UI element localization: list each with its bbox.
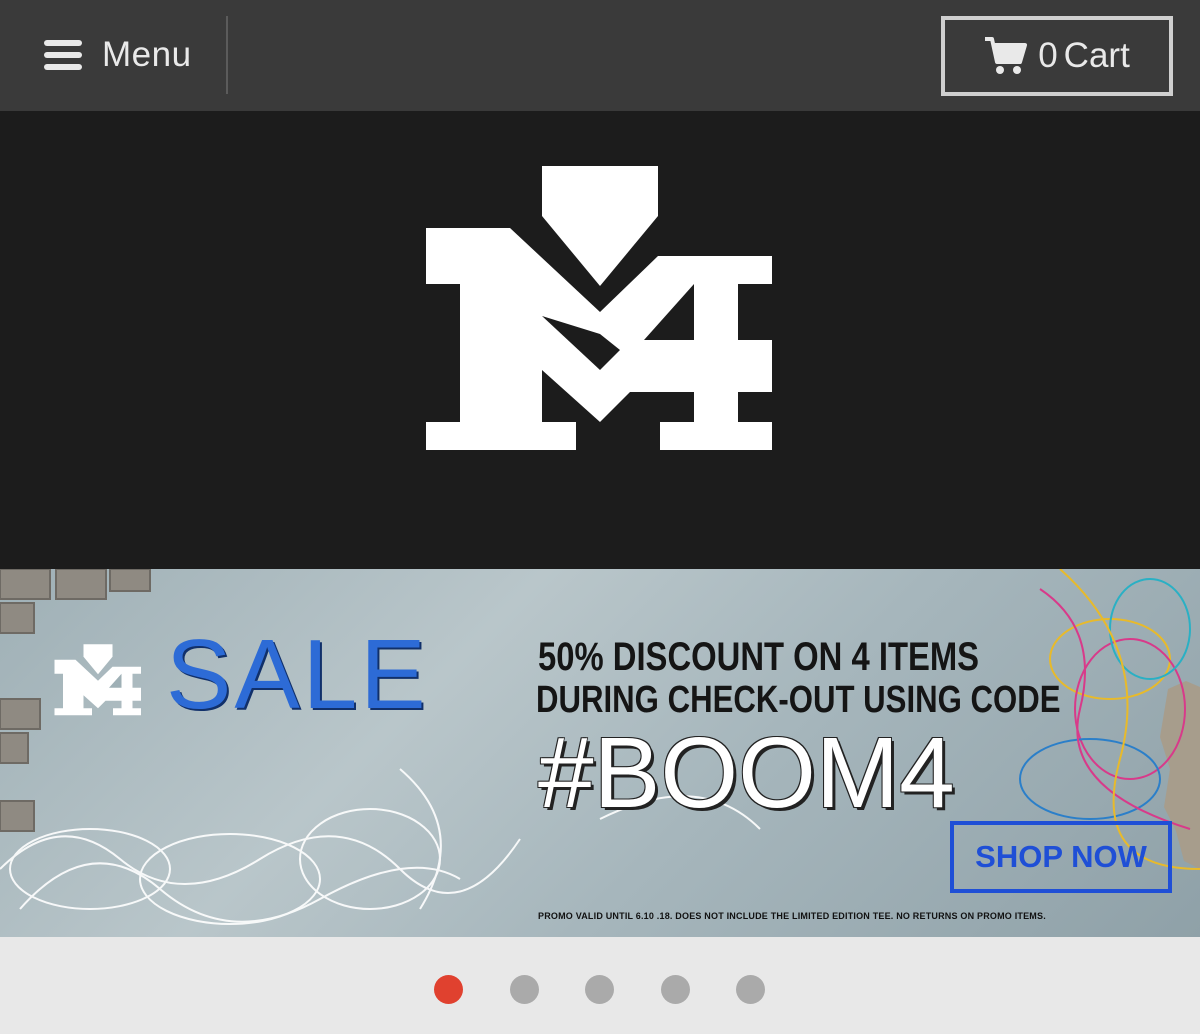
m4-logo[interactable]	[424, 166, 776, 452]
slider-pagination	[0, 937, 1200, 1034]
sale-banner[interactable]: SALE 50% DISCOUNT ON 4 ITEMS DURING CHEC…	[0, 569, 1200, 937]
promo-code: #BOOM4	[538, 717, 955, 829]
header-divider	[226, 16, 228, 94]
slider-dot-2[interactable]	[510, 975, 539, 1004]
m4-sale-logo	[54, 644, 141, 716]
shopping-cart-icon	[985, 37, 1028, 74]
top-bar: Menu 0 Cart	[0, 0, 1200, 111]
cart-label: Cart	[1063, 36, 1130, 75]
logo-header	[0, 111, 1200, 569]
sale-heading: SALE	[166, 619, 429, 729]
promo-line-1: 50% DISCOUNT ON 4 ITEMS	[538, 635, 980, 679]
cart-count: 0	[1038, 36, 1058, 75]
shop-now-button[interactable]: SHOP NOW	[950, 821, 1172, 893]
slider-dot-3[interactable]	[585, 975, 614, 1004]
slider-dot-4[interactable]	[661, 975, 690, 1004]
promo-line-2: DURING CHECK-OUT USING CODE	[536, 679, 1061, 721]
hamburger-icon	[44, 40, 82, 70]
menu-label: Menu	[102, 35, 192, 74]
slider-dot-1[interactable]	[434, 975, 463, 1004]
slider-dot-5[interactable]	[736, 975, 765, 1004]
cart-button[interactable]: 0 Cart	[941, 16, 1173, 96]
menu-button[interactable]: Menu	[44, 24, 214, 86]
promo-fine-print: PROMO VALID UNTIL 6.10 .18. DOES NOT INC…	[538, 911, 1046, 921]
